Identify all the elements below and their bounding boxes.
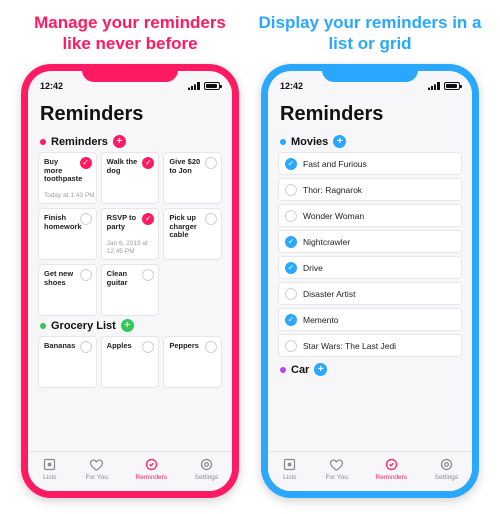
section-name: Reminders [51,136,108,148]
reminder-card[interactable]: Finish homework [38,208,97,260]
checkbox-icon[interactable]: ✓ [285,262,297,274]
list-item[interactable]: ✓Drive [278,256,462,279]
checkbox-icon[interactable] [205,213,217,225]
add-icon[interactable]: + [113,135,126,148]
checkbox-icon[interactable]: ✓ [285,158,297,170]
list-item[interactable]: Disaster Artist [278,282,462,305]
list-item[interactable]: Star Wars: The Last Jedi [278,334,462,357]
tab-bar: Lists For You Reminders Settings [28,451,232,491]
checkbox-icon[interactable]: ✓ [142,213,154,225]
checkbox-icon[interactable]: ✓ [285,314,297,326]
reminder-card[interactable]: ✓Buy more toothpasteToday at 1:43 PM [38,152,97,204]
add-icon[interactable]: + [314,363,327,376]
promo-panel-list: Display your reminders in a list or grid… [258,12,482,502]
section-name: Grocery List [51,320,116,332]
checkbox-icon[interactable] [205,157,217,169]
status-time: 12:42 [280,81,303,91]
screen-title: Reminders [268,95,472,132]
heart-icon [89,456,105,472]
checkbox-icon[interactable] [142,341,154,353]
tab-bar: Lists For You Reminders Settings [268,451,472,491]
signal-icon [188,82,200,90]
reminder-card[interactable]: Peppers [163,336,222,388]
checkbox-icon[interactable]: ✓ [285,236,297,248]
checkbox-icon[interactable] [205,341,217,353]
section-name: Movies [291,136,328,148]
checkbox-icon[interactable] [285,184,297,196]
tab-settings[interactable]: Settings [195,456,219,481]
checkbox-icon[interactable] [80,269,92,281]
checkbox-icon[interactable]: ✓ [80,157,92,169]
screen-title: Reminders [28,95,232,132]
add-icon[interactable]: + [333,135,346,148]
reminder-card[interactable]: ✓RSVP to partyJan 6, 2019 at 12:45 PM [101,208,160,260]
reminder-grid: ✓Buy more toothpasteToday at 1:43 PM ✓Wa… [38,152,222,316]
tab-lists[interactable]: Lists [42,456,58,481]
phone-frame: 12:42 Reminders Reminders + ✓Buy more to… [21,64,239,498]
phone-screen: 12:42 Reminders Movies + ✓Fast and Furio… [268,71,472,491]
phone-screen: 12:42 Reminders Reminders + ✓Buy more to… [28,71,232,491]
tab-for-you[interactable]: For You [85,456,107,481]
section-header-movies[interactable]: Movies + [280,135,462,148]
checkbox-icon[interactable] [285,340,297,352]
content-area[interactable]: Movies + ✓Fast and Furious Thor: Ragnaro… [268,132,472,451]
checkbox-icon[interactable] [80,213,92,225]
status-time: 12:42 [40,81,63,91]
reminder-grid: Bananas Apples Peppers [38,336,222,388]
tab-reminders[interactable]: Reminders [136,456,167,481]
section-dot [280,367,286,373]
list-item[interactable]: ✓Nightcrawler [278,230,462,253]
list-icon [42,456,58,472]
checkbox-icon[interactable] [80,341,92,353]
heart-icon [329,456,345,472]
add-icon[interactable]: + [121,319,134,332]
promo-panel-grid: Manage your reminders like never before … [18,12,242,502]
reminder-list: ✓Fast and Furious Thor: Ragnarok Wonder … [278,152,462,360]
checkbox-icon[interactable] [285,210,297,222]
section-name: Car [291,364,309,376]
phone-notch [82,64,178,82]
reminders-icon [143,456,159,472]
gear-icon [438,456,454,472]
reminder-card[interactable]: Pick up charger cable [163,208,222,260]
promo-headline: Manage your reminders like never before [18,12,242,58]
battery-icon [204,82,220,90]
section-dot [40,323,46,329]
checkbox-icon[interactable] [285,288,297,300]
signal-icon [428,82,440,90]
reminder-card[interactable]: Clean guitar [101,264,160,316]
reminders-icon [383,456,399,472]
list-item[interactable]: Thor: Ragnarok [278,178,462,201]
section-dot [40,139,46,145]
content-area[interactable]: Reminders + ✓Buy more toothpasteToday at… [28,132,232,451]
section-dot [280,139,286,145]
battery-icon [444,82,460,90]
promo-headline: Display your reminders in a list or grid [258,12,482,58]
reminder-card[interactable]: Apples [101,336,160,388]
list-item[interactable]: Wonder Woman [278,204,462,227]
tab-reminders[interactable]: Reminders [376,456,407,481]
tab-lists[interactable]: Lists [282,456,298,481]
section-header-reminders[interactable]: Reminders + [40,135,222,148]
reminder-card[interactable]: Give $20 to Jon [163,152,222,204]
tab-settings[interactable]: Settings [435,456,459,481]
gear-icon [198,456,214,472]
list-icon [282,456,298,472]
reminder-card[interactable]: Bananas [38,336,97,388]
checkbox-icon[interactable]: ✓ [142,157,154,169]
section-header-car[interactable]: Car + [280,363,462,376]
checkbox-icon[interactable] [142,269,154,281]
phone-frame: 12:42 Reminders Movies + ✓Fast and Furio… [261,64,479,498]
tab-for-you[interactable]: For You [325,456,347,481]
section-header-grocery[interactable]: Grocery List + [40,319,222,332]
phone-notch [322,64,418,82]
reminder-card[interactable]: Get new shoes [38,264,97,316]
reminder-card[interactable]: ✓Walk the dog [101,152,160,204]
list-item[interactable]: ✓Fast and Furious [278,152,462,175]
list-item[interactable]: ✓Memento [278,308,462,331]
